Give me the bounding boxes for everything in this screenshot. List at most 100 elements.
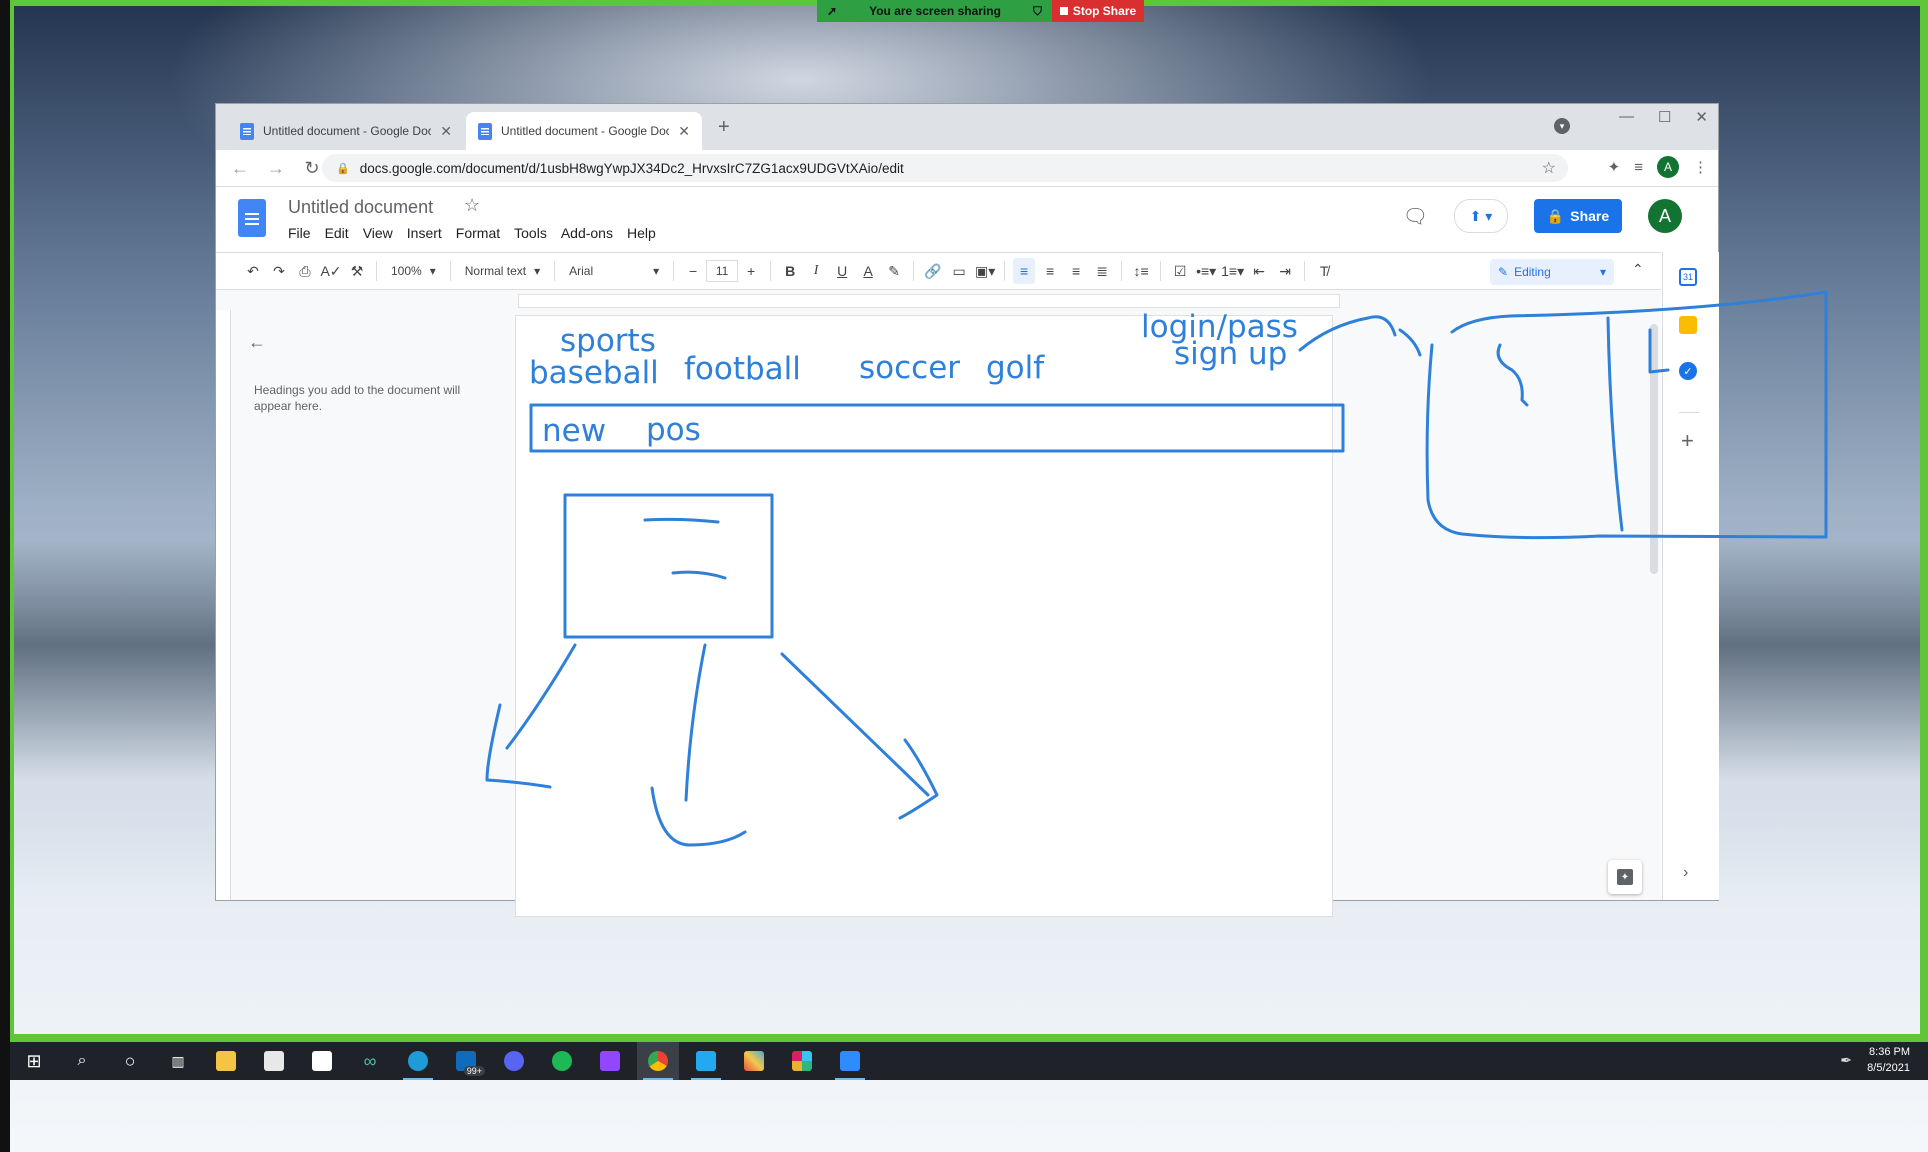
reload-icon[interactable]: ↻ — [300, 158, 324, 179]
browser-tab-2[interactable]: Untitled document - Google Doc ✕ — [466, 112, 702, 150]
store-icon[interactable] — [253, 1042, 295, 1080]
document-page[interactable] — [516, 316, 1332, 916]
git-kraken-icon[interactable] — [733, 1042, 775, 1080]
infinity-app-icon[interactable]: ∞ — [349, 1042, 391, 1080]
browser-tab-1[interactable]: Untitled document - Google Doc ✕ — [228, 112, 464, 150]
spellcheck-icon[interactable]: A✓ — [320, 258, 342, 284]
bold-icon[interactable]: B — [779, 258, 801, 284]
decrease-indent-icon[interactable]: ⇤ — [1248, 258, 1270, 284]
profile-avatar[interactable]: A — [1657, 156, 1679, 178]
url-field[interactable]: 🔒 docs.google.com/document/d/1usbH8wgYwp… — [322, 154, 1568, 182]
vertical-scrollbar[interactable] — [1650, 324, 1658, 574]
insert-image-icon[interactable]: ▣▾ — [974, 258, 996, 284]
bulleted-list-icon[interactable]: •≡▾ — [1195, 258, 1217, 284]
chevron-right-icon[interactable]: › — [1683, 864, 1688, 882]
close-icon[interactable]: ✕ — [678, 123, 690, 140]
document-canvas: ← Headings you add to the document will … — [216, 310, 1661, 916]
undo-icon[interactable]: ↶ — [242, 258, 264, 284]
new-tab-button[interactable]: + — [718, 116, 730, 139]
twitch-icon[interactable] — [589, 1042, 631, 1080]
slack-icon[interactable] — [781, 1042, 823, 1080]
editing-mode-select[interactable]: ✎ Editing ▾ — [1490, 259, 1614, 285]
search-icon[interactable]: ⌕ — [61, 1042, 103, 1080]
start-icon[interactable]: ⊞ — [13, 1042, 55, 1080]
vscode-icon[interactable] — [685, 1042, 727, 1080]
clear-formatting-icon[interactable]: T̸ — [1313, 258, 1335, 284]
vertical-ruler[interactable] — [216, 310, 231, 900]
horizontal-ruler[interactable] — [216, 290, 1661, 311]
system-clock[interactable]: 8:36 PM 8/5/2021 — [1867, 1044, 1910, 1076]
menu-view[interactable]: View — [363, 225, 393, 241]
account-avatar[interactable]: A — [1648, 199, 1682, 233]
tasks-icon[interactable]: ✓ — [1679, 362, 1697, 380]
style-select[interactable]: Normal text ▾ — [459, 258, 546, 284]
zoom-select[interactable]: 100% ▾ — [385, 258, 442, 284]
discord-icon[interactable] — [493, 1042, 535, 1080]
align-center-icon[interactable]: ≡ — [1039, 258, 1061, 284]
star-icon[interactable]: ☆ — [464, 195, 480, 216]
redo-icon[interactable]: ↷ — [268, 258, 290, 284]
back-icon[interactable]: ← — [228, 158, 252, 179]
menu-insert[interactable]: Insert — [407, 225, 442, 241]
browser-menu-icon[interactable]: ⋮ — [1693, 158, 1708, 176]
present-button[interactable]: ⬆ ▾ — [1454, 199, 1508, 233]
align-justify-icon[interactable]: ≣ — [1091, 258, 1113, 284]
dropbox-icon[interactable] — [301, 1042, 343, 1080]
bookmark-star-icon[interactable]: ☆ — [1542, 158, 1556, 178]
underline-icon[interactable]: U — [831, 258, 853, 284]
decrease-font-size-icon[interactable]: − — [682, 258, 704, 284]
share-border-bottom — [0, 1034, 1928, 1042]
pen-workspace-icon[interactable]: ✒ — [1840, 1052, 1852, 1069]
comment-history-icon[interactable]: 🗨 — [1403, 204, 1428, 229]
task-view-icon[interactable]: ▥ — [157, 1042, 199, 1080]
explore-button[interactable]: ✦ — [1608, 860, 1642, 894]
increase-indent-icon[interactable]: ⇥ — [1274, 258, 1296, 284]
share-button[interactable]: 🔒 Share — [1534, 199, 1622, 233]
edge-icon[interactable] — [397, 1042, 439, 1080]
close-window-icon[interactable]: ✕ — [1695, 108, 1708, 126]
keep-icon[interactable] — [1679, 316, 1697, 334]
highlight-icon[interactable]: ✎ — [883, 258, 905, 284]
increase-font-size-icon[interactable]: + — [740, 258, 762, 284]
menu-file[interactable]: File — [288, 225, 311, 241]
calendar-icon[interactable]: 31 — [1679, 268, 1697, 286]
print-icon[interactable]: ⎙ — [294, 258, 316, 284]
font-select[interactable]: Arial ▾ — [563, 258, 665, 284]
line-spacing-icon[interactable]: ↕≡ — [1130, 258, 1152, 284]
font-size-input[interactable]: 11 — [706, 260, 739, 282]
italic-icon[interactable]: I — [805, 258, 827, 284]
menu-addons[interactable]: Add-ons — [561, 225, 613, 241]
align-right-icon[interactable]: ≡ — [1065, 258, 1087, 284]
menu-help[interactable]: Help — [627, 225, 656, 241]
align-left-icon[interactable]: ≡ — [1013, 258, 1036, 284]
chrome-icon[interactable] — [637, 1042, 679, 1080]
spotify-icon[interactable] — [541, 1042, 583, 1080]
tab-search-icon[interactable]: ▾ — [1554, 118, 1570, 134]
minimize-icon[interactable]: — — [1619, 108, 1634, 126]
checklist-icon[interactable]: ☑ — [1169, 258, 1191, 284]
menu-format[interactable]: Format — [456, 225, 500, 241]
text-color-icon[interactable]: A — [857, 258, 879, 284]
cortana-icon[interactable]: ○ — [109, 1042, 151, 1080]
add-addon-icon[interactable]: + — [1681, 428, 1694, 454]
menu-tools[interactable]: Tools — [514, 225, 547, 241]
paint-format-icon[interactable]: ⚒ — [346, 258, 368, 284]
close-icon[interactable]: ✕ — [440, 123, 452, 140]
file-explorer-icon[interactable] — [205, 1042, 247, 1080]
document-title[interactable]: Untitled document — [288, 197, 433, 218]
link-icon[interactable]: 🔗 — [922, 258, 944, 284]
reading-list-icon[interactable]: ≡ — [1634, 159, 1643, 176]
add-comment-icon[interactable]: ▭ — [948, 258, 970, 284]
extensions-icon[interactable]: ✦ — [1608, 158, 1621, 176]
numbered-list-icon[interactable]: 1≡▾ — [1221, 258, 1244, 284]
mail-icon[interactable]: 99+ — [445, 1042, 487, 1080]
stop-share-button[interactable]: Stop Share — [1052, 0, 1144, 22]
outline-back-icon[interactable]: ← — [248, 332, 266, 353]
maximize-icon[interactable]: ☐ — [1658, 108, 1671, 126]
ink-pos: pos — [646, 412, 701, 448]
forward-icon[interactable]: → — [264, 158, 288, 179]
docs-logo-icon[interactable] — [238, 199, 266, 237]
zoom-icon[interactable] — [829, 1042, 871, 1080]
collapse-toolbar-icon[interactable]: ⌃ — [1632, 261, 1644, 278]
menu-edit[interactable]: Edit — [325, 225, 349, 241]
